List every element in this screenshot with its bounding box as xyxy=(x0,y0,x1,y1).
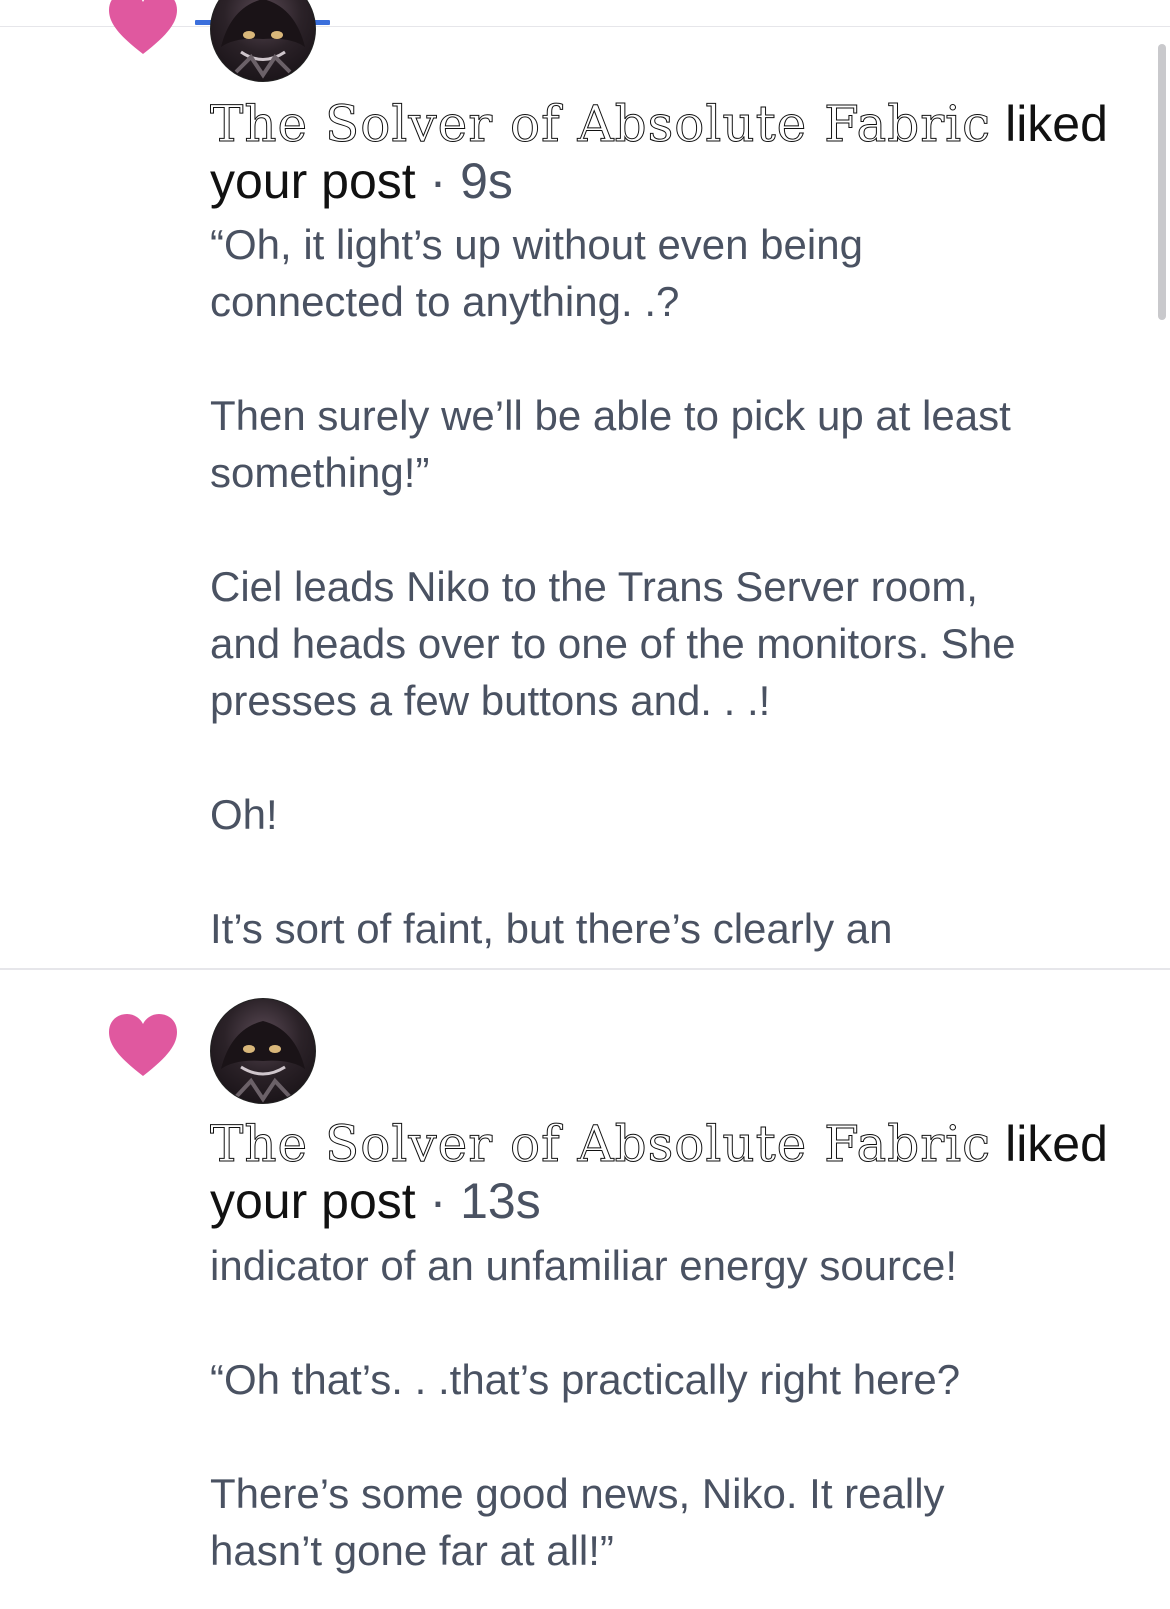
heart-icon xyxy=(109,1014,177,1076)
timestamp: 13s xyxy=(460,1173,541,1229)
action-text: liked xyxy=(991,1116,1108,1172)
action-text-line2: your post xyxy=(210,1173,416,1229)
separator: · xyxy=(415,153,461,209)
timestamp: 9s xyxy=(460,153,513,209)
action-text-line2: your post xyxy=(210,153,416,209)
author-name[interactable]: The Solver of Absolute Fabric xyxy=(209,1115,991,1173)
item-divider xyxy=(0,968,1170,970)
post-excerpt: “Oh, it light’s up without even being co… xyxy=(210,221,1016,952)
avatar[interactable] xyxy=(210,0,316,82)
notification-headline: The Solver of Absolute Fabric liked your… xyxy=(209,95,1130,210)
heart-icon xyxy=(109,0,177,54)
action-text: liked xyxy=(991,96,1108,152)
post-excerpt: indicator of an unfamiliar energy source… xyxy=(210,1242,961,1574)
scrollbar[interactable] xyxy=(1158,44,1166,320)
notification-headline: The Solver of Absolute Fabric liked your… xyxy=(209,1115,1130,1230)
separator: · xyxy=(415,1173,461,1229)
author-name[interactable]: The Solver of Absolute Fabric xyxy=(209,95,991,153)
avatar[interactable] xyxy=(210,998,316,1104)
